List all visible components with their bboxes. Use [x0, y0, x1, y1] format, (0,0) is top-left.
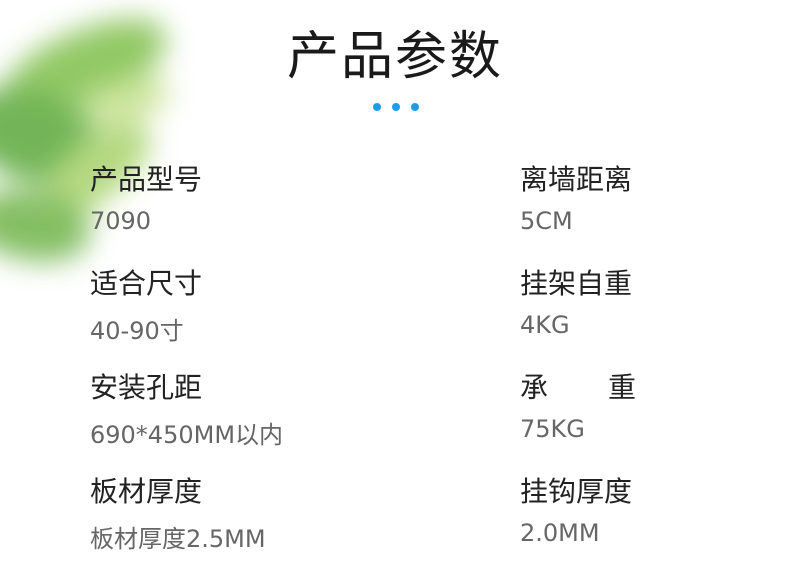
param-value: 5CM	[520, 207, 573, 235]
param-value: 板材厚度2.5MM	[90, 525, 266, 553]
param-label: 挂架自重	[520, 267, 633, 300]
param-bracket-weight: 挂架自重 4KG	[520, 262, 632, 339]
param-value: 7090	[90, 207, 152, 235]
param-label: 板材厚度	[90, 475, 203, 508]
param-label-char: 重	[607, 371, 636, 404]
param-label: 挂钩厚度	[520, 475, 633, 508]
param-value: 40-90寸	[90, 317, 184, 345]
param-value: 4KG	[520, 311, 570, 339]
dot-1	[373, 103, 381, 111]
param-plate-thickness: 板材厚度 板材厚度2.5MM	[90, 470, 266, 554]
param-label: 产品型号	[90, 163, 203, 196]
param-value: 690*450MM以内	[90, 421, 284, 449]
param-load-capacity: 承 重 75KG	[520, 366, 636, 443]
param-label: 承 重	[520, 366, 636, 406]
param-fit-size: 适合尺寸 40-90寸	[90, 262, 202, 346]
param-hook-thickness: 挂钩厚度 2.0MM	[520, 470, 632, 547]
param-label: 离墙距离	[520, 163, 633, 196]
param-hole-spacing: 安装孔距 690*450MM以内	[90, 366, 283, 450]
title-decoration-dots	[373, 103, 419, 111]
param-label-char: 承	[520, 371, 549, 404]
page-title: 产品参数	[286, 27, 503, 87]
param-label: 安装孔距	[90, 371, 203, 404]
param-model: 产品型号 7090	[90, 158, 202, 235]
dot-2	[392, 103, 400, 111]
param-value: 75KG	[520, 415, 585, 443]
dot-3	[411, 103, 419, 111]
param-value: 2.0MM	[520, 519, 600, 547]
param-wall-distance: 离墙距离 5CM	[520, 158, 632, 235]
param-label: 适合尺寸	[90, 267, 203, 300]
